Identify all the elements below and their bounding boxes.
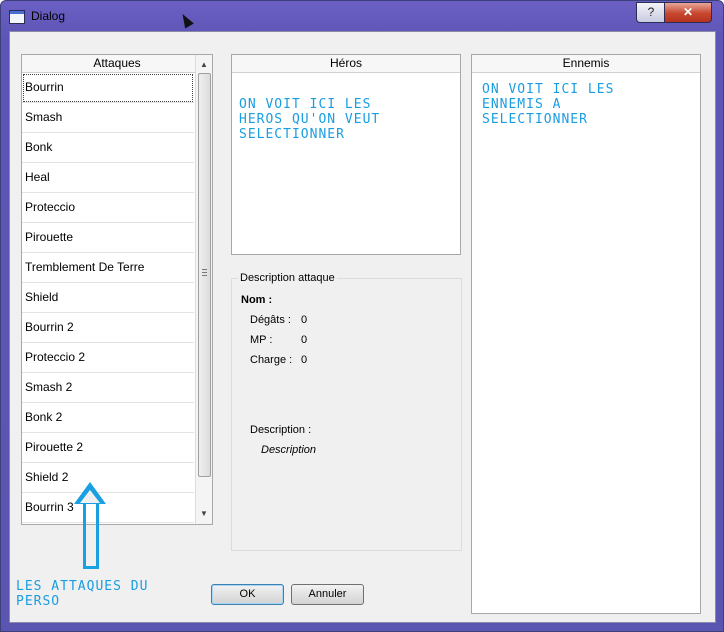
list-item[interactable]: Smash bbox=[22, 103, 194, 133]
attaques-list: Bourrin Smash Bonk Heal Proteccio Pirouette Tr… bbox=[22, 73, 194, 523]
list-item[interactable]: Bonk 2 bbox=[22, 403, 194, 433]
attaques-list-box: Attaques Bourrin Smash Bonk Heal Proteccio Pi… bbox=[21, 54, 213, 525]
cancel-button[interactable]: Annuler bbox=[291, 584, 364, 605]
attaques-annotation: LES ATTAQUES DU PERSO bbox=[16, 579, 149, 609]
mp-label: MP : bbox=[250, 334, 273, 346]
nom-label: Nom : bbox=[241, 294, 273, 306]
description-value: Description bbox=[261, 444, 317, 456]
description-attaque-title: Description attaque bbox=[238, 272, 337, 284]
description-attaque-group: Description attaque Nom : Dégâts : 0 MP … bbox=[231, 272, 462, 551]
close-button[interactable]: ✕ bbox=[664, 2, 712, 23]
window-icon bbox=[9, 10, 25, 24]
list-item[interactable]: Shield bbox=[22, 283, 194, 313]
charge-label: Charge : bbox=[250, 354, 293, 366]
degats-label: Dégâts : bbox=[250, 314, 291, 326]
list-item[interactable]: Heal bbox=[22, 163, 194, 193]
list-item[interactable]: Proteccio 2 bbox=[22, 343, 194, 373]
description-label: Description : bbox=[250, 424, 312, 436]
scroll-up-icon[interactable]: ▲ bbox=[196, 57, 212, 73]
ok-button[interactable]: OK bbox=[211, 584, 284, 605]
dialog-window: Dialog ? ✕ Attaques Bourrin Smash Bonk Heal… bbox=[0, 0, 724, 632]
list-item[interactable]: Pirouette bbox=[22, 223, 194, 253]
dialog-client-area: Attaques Bourrin Smash Bonk Heal Proteccio Pi… bbox=[9, 31, 716, 623]
list-item[interactable]: Bourrin 2 bbox=[22, 313, 194, 343]
up-arrow-inner-icon bbox=[80, 490, 100, 503]
heros-header: Héros bbox=[232, 55, 460, 73]
list-item[interactable]: Proteccio bbox=[22, 193, 194, 223]
ennemis-panel[interactable]: Ennemis ON VOIT ICI LES ENNEMIS A SELECT… bbox=[471, 54, 701, 614]
arrow-shaft-icon bbox=[83, 501, 99, 569]
list-item[interactable]: Shield 2 bbox=[22, 463, 194, 493]
ennemis-header: Ennemis bbox=[472, 55, 700, 73]
list-item[interactable]: Bourrin 3 bbox=[22, 493, 194, 523]
mp-value: 0 bbox=[301, 334, 308, 346]
list-item[interactable]: Smash 2 bbox=[22, 373, 194, 403]
degats-value: 0 bbox=[301, 314, 308, 326]
charge-value: 0 bbox=[301, 354, 308, 366]
scroll-thumb[interactable] bbox=[198, 73, 211, 477]
list-item[interactable]: Bourrin bbox=[22, 73, 194, 103]
ennemis-annotation: ON VOIT ICI LES ENNEMIS A SELECTIONNER bbox=[482, 82, 615, 127]
list-item[interactable]: Pirouette 2 bbox=[22, 433, 194, 463]
scroll-down-icon[interactable]: ▼ bbox=[196, 506, 212, 522]
mouse-cursor-icon bbox=[178, 11, 194, 29]
heros-annotation: ON VOIT ICI LES HEROS QU'ON VEUT SELECTI… bbox=[239, 97, 381, 142]
title-bar[interactable]: Dialog ? ✕ bbox=[1, 1, 723, 31]
attaques-scrollbar[interactable]: ▲ ▼ bbox=[195, 55, 212, 524]
list-item[interactable]: Bonk bbox=[22, 133, 194, 163]
grip-icon bbox=[202, 269, 207, 276]
heros-panel[interactable]: Héros ON VOIT ICI LES HEROS QU'ON VEUT S… bbox=[231, 54, 461, 255]
list-item[interactable]: Tremblement De Terre bbox=[22, 253, 194, 283]
help-button[interactable]: ? bbox=[636, 2, 666, 23]
window-title: Dialog bbox=[31, 9, 66, 23]
attaques-header: Attaques bbox=[22, 55, 212, 73]
